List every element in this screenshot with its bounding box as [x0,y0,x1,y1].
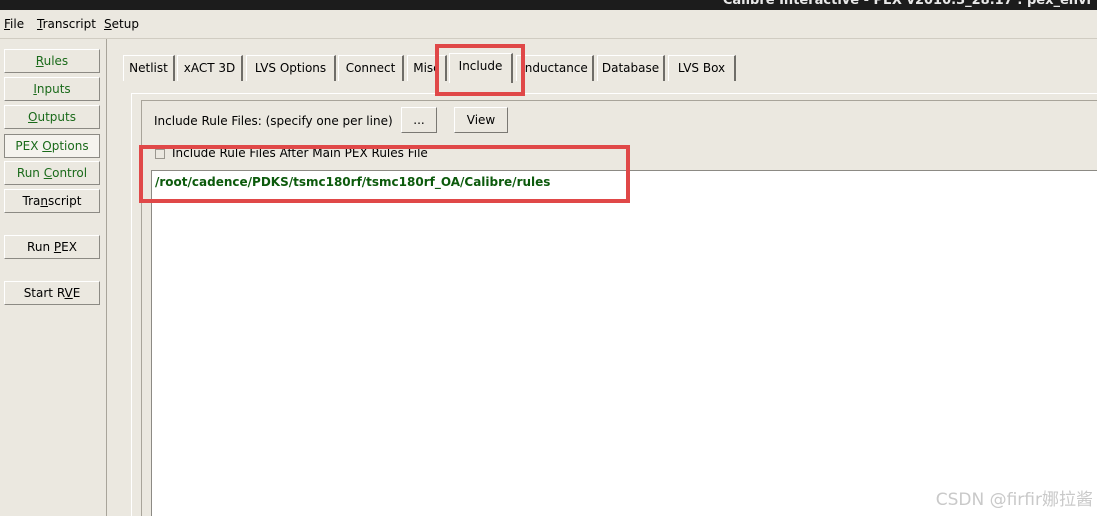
left-nav-panel: Rules Inputs Outputs PEX Options Run Con… [0,39,107,516]
run-pex-post: EX [61,240,77,254]
nav-rules-button[interactable]: Rules [4,49,100,73]
nav-transcript-button[interactable]: Transcript [4,189,100,213]
menu-file[interactable]: File [4,17,24,31]
nav-run-control-hotkey: C [43,166,53,180]
tab-xact-3d[interactable]: xACT 3D [177,55,243,81]
nav-pex-options-post: ptions [51,139,89,153]
title-bar: Calibre Interactive - PEX v2010.3_28.17 … [0,0,1097,10]
nav-pex-options-pre: PEX [15,139,43,153]
nav-rules-post: ules [43,54,69,68]
watermark: CSDN @firfir娜拉酱 [935,490,1093,510]
nav-run-control-button[interactable]: Run Control [4,161,100,185]
include-rule-files-textarea[interactable]: /root/cadence/PDKS/tsmc180rf/tsmc180rf_O… [151,170,1097,516]
nav-pex-options-hotkey: O [42,139,52,153]
nav-transcript-pre: Tra [22,194,41,208]
main-content: Netlist xACT 3D LVS Options Connect Misc… [107,39,1097,516]
nav-run-control-post: ontrol [52,166,88,180]
menu-setup-hotkey: S [104,17,112,31]
menu-bar: File Transcript Setup [0,10,1097,39]
menu-transcript-label: ranscript [42,17,96,31]
nav-inputs-button[interactable]: Inputs [4,77,100,101]
nav-inputs-post: nputs [36,82,71,96]
tab-inductance[interactable]: Inductance [516,55,594,81]
nav-pex-options-button[interactable]: PEX Options [4,134,100,158]
start-rve-button[interactable]: Start RVE [4,281,100,305]
include-files-label: Include Rule Files: (specify one per lin… [154,114,393,128]
start-rve-hotkey: V [64,286,73,300]
nav-rules-hotkey: R [35,54,44,68]
menu-setup-label: etup [111,17,139,31]
tab-lvs-options[interactable]: LVS Options [246,55,336,81]
tab-database[interactable]: Database [597,55,665,81]
nav-transcript-post: script [48,194,82,208]
tab-lvs-box[interactable]: LVS Box [668,55,736,81]
menu-setup[interactable]: Setup [104,17,139,31]
menu-transcript[interactable]: Transcript [37,17,96,31]
run-pex-pre: Run [27,240,54,254]
nav-outputs-post: utputs [37,110,76,124]
nav-transcript-hotkey: n [40,194,48,208]
start-rve-post: E [72,286,81,300]
tab-connect[interactable]: Connect [338,55,404,81]
include-tab-highlight-box [435,44,525,96]
nav-run-control-pre: Run [16,166,44,180]
rule-path-highlight-box [139,145,630,203]
browse-button[interactable]: ... [401,107,437,133]
tab-netlist[interactable]: Netlist [123,55,175,81]
view-button[interactable]: View [454,107,508,133]
window-title: Calibre Interactive - PEX v2010.3_28.17 … [722,0,1091,8]
menu-file-label: ile [10,17,25,31]
nav-outputs-button[interactable]: Outputs [4,105,100,129]
start-rve-pre: Start R [23,286,65,300]
run-pex-button[interactable]: Run PEX [4,235,100,259]
